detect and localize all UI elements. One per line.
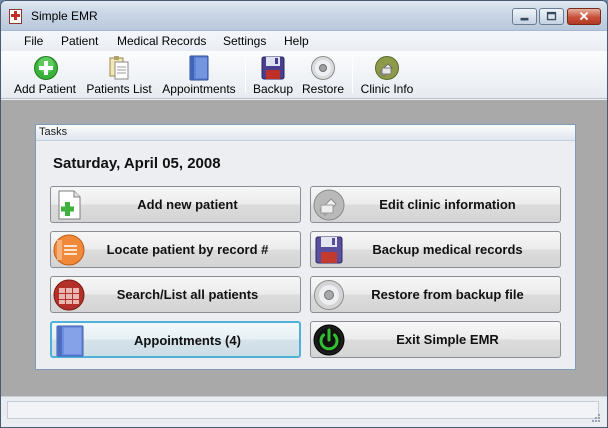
toolbar-patients-list-button[interactable]: Patients List <box>84 53 154 97</box>
restore-backup-button[interactable]: Restore from backup file <box>310 276 561 313</box>
toolbar-restore-button[interactable]: Restore <box>299 53 347 97</box>
locate-patient-button[interactable]: Locate patient by record # <box>50 231 301 268</box>
toolbar-clinic-info-label: Clinic Info <box>360 82 414 96</box>
toolbar-separator <box>245 57 246 93</box>
status-field <box>7 401 599 419</box>
minimize-icon <box>520 17 529 21</box>
backup-medical-records-button[interactable]: Backup medical records <box>310 231 561 268</box>
appointments-button[interactable]: Appointments (4) <box>50 321 301 358</box>
toolbar-backup-label: Backup <box>252 82 294 96</box>
restore-backup-label: Restore from backup file <box>371 287 524 302</box>
locate-patient-label: Locate patient by record # <box>106 242 269 257</box>
add-new-patient-button[interactable]: Add new patient <box>50 186 301 223</box>
main-content: Tasks Saturday, April 05, 2008 Add new p… <box>1 100 607 396</box>
toolbar-add-patient-label: Add Patient <box>13 82 77 96</box>
search-list-patients-label: Search/List all patients <box>116 287 259 302</box>
tasks-panel-header: Tasks <box>36 125 575 141</box>
toolbar: Add Patient Patients List Appointments B… <box>1 51 607 99</box>
floppy-icon <box>261 56 285 80</box>
search-list-patients-button[interactable]: Search/List all patients <box>50 276 301 313</box>
toolbar-appointments-label: Appointments <box>162 82 236 96</box>
app-window: Simple EMR File Patient Medical Records … <box>0 0 608 428</box>
menu-patient[interactable]: Patient <box>61 34 98 48</box>
add-new-patient-label: Add new patient <box>137 197 238 212</box>
edit-clinic-information-label: Edit clinic information <box>379 197 516 212</box>
resize-grip-icon[interactable] <box>591 413 601 423</box>
menu-file[interactable]: File <box>24 34 43 48</box>
window-title: Simple EMR <box>31 9 98 23</box>
clipboard-icon <box>109 56 129 80</box>
menu-bar: File Patient Medical Records Settings He… <box>1 31 607 51</box>
toolbar-patients-list-label: Patients List <box>86 82 152 96</box>
menu-help[interactable]: Help <box>284 34 309 48</box>
maximize-button[interactable] <box>539 8 564 25</box>
menu-medical-records[interactable]: Medical Records <box>117 34 206 48</box>
toolbar-restore-label: Restore <box>301 82 345 96</box>
disc-icon <box>311 56 335 80</box>
toolbar-clinic-info-button[interactable]: Clinic Info <box>357 53 417 97</box>
appointments-label: Appointments (4) <box>134 333 241 348</box>
toolbar-add-patient-button[interactable]: Add Patient <box>11 53 79 97</box>
tasks-panel: Tasks Saturday, April 05, 2008 Add new p… <box>35 124 576 370</box>
close-icon <box>579 11 589 21</box>
minimize-button[interactable] <box>512 8 537 25</box>
toolbar-separator <box>352 57 353 93</box>
edit-clinic-information-button[interactable]: Edit clinic information <box>310 186 561 223</box>
exit-button[interactable]: Exit Simple EMR <box>310 321 561 358</box>
maximize-icon <box>546 11 557 21</box>
menu-settings[interactable]: Settings <box>223 34 266 48</box>
book-icon <box>189 55 209 81</box>
exit-label: Exit Simple EMR <box>396 332 499 347</box>
close-button[interactable] <box>567 8 601 25</box>
current-date: Saturday, April 05, 2008 <box>53 155 221 172</box>
toolbar-backup-button[interactable]: Backup <box>251 53 295 97</box>
app-icon <box>9 9 22 24</box>
clinic-icon <box>375 56 399 80</box>
add-icon <box>34 56 58 80</box>
status-bar <box>1 396 607 427</box>
backup-medical-records-label: Backup medical records <box>372 242 523 257</box>
toolbar-appointments-button[interactable]: Appointments <box>159 53 239 97</box>
title-bar[interactable]: Simple EMR <box>1 1 607 31</box>
